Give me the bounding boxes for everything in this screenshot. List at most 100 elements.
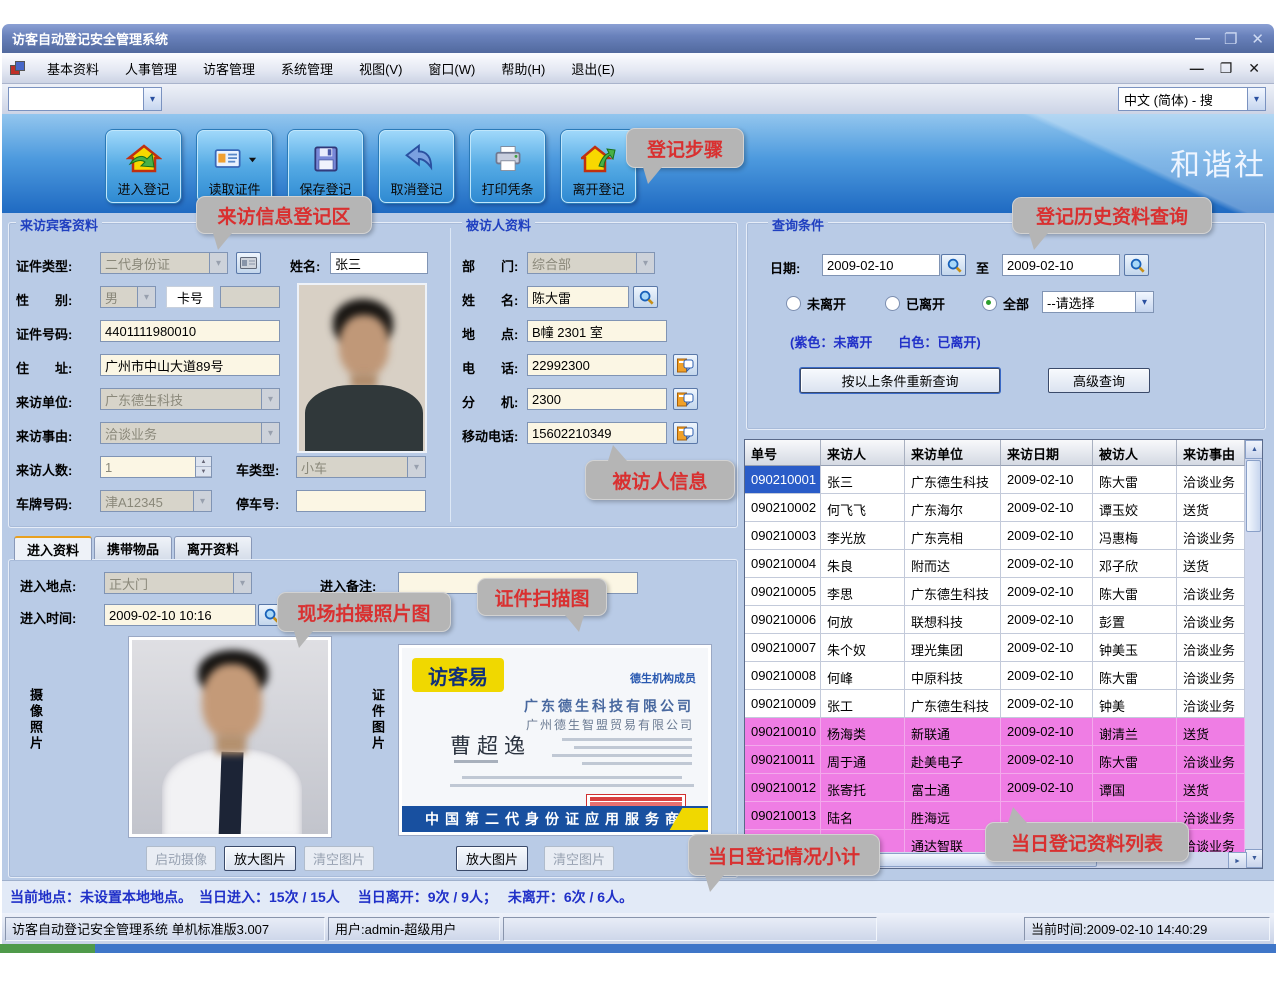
menu-basic-data[interactable]: 基本资料 xyxy=(34,55,112,82)
id-type-select[interactable]: 二代身份证 ▾ xyxy=(100,252,228,274)
radio-icon[interactable] xyxy=(885,296,900,311)
read-card-button[interactable]: 读取证件 xyxy=(197,130,272,203)
menu-system[interactable]: 系统管理 xyxy=(268,55,346,82)
chevron-down-icon[interactable]: ▾ xyxy=(1247,88,1265,110)
mdi-minimize-icon[interactable]: — xyxy=(1190,60,1204,77)
table-cell[interactable]: 冯惠梅 xyxy=(1093,522,1177,550)
id-number-input[interactable]: 4401111980010 xyxy=(100,320,280,342)
menu-hr[interactable]: 人事管理 xyxy=(112,55,190,82)
close-icon[interactable]: ✕ xyxy=(1251,30,1264,48)
table-cell[interactable]: 何峰 xyxy=(821,662,905,690)
date-to-picker-button[interactable] xyxy=(1124,254,1149,276)
table-cell[interactable]: 090210013 xyxy=(745,802,821,830)
table-cell[interactable]: 2009-02-10 xyxy=(1001,662,1093,690)
column-header[interactable]: 来访事由 xyxy=(1177,440,1245,466)
visited-name-input[interactable]: 陈大雷 xyxy=(527,286,629,308)
table-cell[interactable]: 谭玉姣 xyxy=(1093,494,1177,522)
table-cell[interactable]: 彭置 xyxy=(1093,606,1177,634)
date-to-input[interactable]: 2009-02-10 xyxy=(1002,254,1120,276)
table-cell[interactable]: 2009-02-10 xyxy=(1001,718,1093,746)
clear-idpic-button[interactable]: 清空图片 xyxy=(544,846,614,871)
vehicle-type-select[interactable]: 小车 ▾ xyxy=(296,456,426,478)
table-cell[interactable]: 张寄托 xyxy=(821,774,905,802)
table-row[interactable]: 090210011周于通赴美电子2009-02-10陈大雷洽谈业务 xyxy=(745,746,1245,774)
table-cell[interactable]: 何飞飞 xyxy=(821,494,905,522)
table-cell[interactable]: 洽谈业务 xyxy=(1177,746,1245,774)
column-header[interactable]: 来访日期 xyxy=(1001,440,1093,466)
table-cell[interactable]: 李光放 xyxy=(821,522,905,550)
table-cell[interactable]: 洽谈业务 xyxy=(1177,522,1245,550)
tab-carried-items[interactable]: 携带物品 xyxy=(94,536,172,559)
table-cell[interactable]: 陆名 xyxy=(821,802,905,830)
table-cell[interactable]: 钟美玉 xyxy=(1093,634,1177,662)
dept-select[interactable]: 综合部 ▾ xyxy=(527,252,655,274)
table-cell[interactable]: 洽谈业务 xyxy=(1177,578,1245,606)
table-cell[interactable]: 090210008 xyxy=(745,662,821,690)
table-cell[interactable]: 090210009 xyxy=(745,690,821,718)
call-phone-button[interactable] xyxy=(673,354,698,376)
date-from-picker-button[interactable] xyxy=(941,254,966,276)
table-cell[interactable]: 2009-02-10 xyxy=(1001,774,1093,802)
print-slip-button[interactable]: 打印凭条 xyxy=(470,130,545,203)
vertical-scrollbar[interactable]: ▲ ▼ xyxy=(1245,440,1262,868)
scroll-right-icon[interactable]: ► xyxy=(1228,852,1247,869)
table-row[interactable]: 090210005李思广东德生科技2009-02-10陈大雷洽谈业务 xyxy=(745,578,1245,606)
table-cell[interactable]: 谭国 xyxy=(1093,774,1177,802)
table-cell[interactable]: 邓子欣 xyxy=(1093,550,1177,578)
spin-down-icon[interactable]: ▼ xyxy=(196,467,211,477)
table-cell[interactable]: 张工 xyxy=(821,690,905,718)
radio-selected-icon[interactable] xyxy=(982,296,997,311)
call-ext-button[interactable] xyxy=(673,388,698,410)
table-cell[interactable]: 送货 xyxy=(1177,550,1245,578)
call-mobile-button[interactable] xyxy=(673,422,698,444)
table-cell[interactable]: 090210004 xyxy=(745,550,821,578)
table-cell[interactable]: 送货 xyxy=(1177,718,1245,746)
table-cell[interactable]: 钟美 xyxy=(1093,690,1177,718)
table-cell[interactable]: 广东亮相 xyxy=(905,522,1001,550)
table-cell[interactable]: 中原科技 xyxy=(905,662,1001,690)
mdi-restore-icon[interactable]: ❐ xyxy=(1220,60,1233,77)
table-cell[interactable]: 洽谈业务 xyxy=(1177,690,1245,718)
search-person-button[interactable] xyxy=(633,286,658,308)
table-cell[interactable]: 090210010 xyxy=(745,718,821,746)
table-row[interactable]: 090210010杨海类新联通2009-02-10谢清兰送货 xyxy=(745,718,1245,746)
card-reader-button[interactable] xyxy=(236,252,261,274)
table-cell[interactable]: 广东德生科技 xyxy=(905,466,1001,494)
entry-place-select[interactable]: 正大门 ▾ xyxy=(104,572,252,594)
spin-up-icon[interactable]: ▲ xyxy=(196,457,211,467)
menu-help[interactable]: 帮助(H) xyxy=(488,55,558,82)
chevron-down-icon[interactable]: ▾ xyxy=(143,88,161,110)
visitor-name-input[interactable]: 张三 xyxy=(330,252,428,274)
table-cell[interactable]: 2009-02-10 xyxy=(1001,690,1093,718)
table-cell[interactable]: 2009-02-10 xyxy=(1001,746,1093,774)
table-cell[interactable]: 洽谈业务 xyxy=(1177,662,1245,690)
table-row[interactable]: 090210002何飞飞广东海尔2009-02-10谭玉姣送货 xyxy=(745,494,1245,522)
tab-entry-info[interactable]: 进入资料 xyxy=(14,536,92,560)
table-cell[interactable]: 090210012 xyxy=(745,774,821,802)
table-cell[interactable]: 2009-02-10 xyxy=(1001,466,1093,494)
table-cell[interactable]: 周于通 xyxy=(821,746,905,774)
menu-window[interactable]: 窗口(W) xyxy=(415,55,488,82)
radio-all[interactable]: 全部 xyxy=(982,294,1029,313)
table-row[interactable]: 090210012张寄托富士通2009-02-10谭国送货 xyxy=(745,774,1245,802)
table-cell[interactable]: 赴美电子 xyxy=(905,746,1001,774)
table-cell[interactable]: 朱良 xyxy=(821,550,905,578)
scrollbar-thumb[interactable] xyxy=(1246,460,1261,532)
table-cell[interactable]: 2009-02-10 xyxy=(1001,578,1093,606)
advanced-query-button[interactable]: 高级查询 xyxy=(1048,368,1150,393)
table-cell[interactable]: 广东德生科技 xyxy=(905,690,1001,718)
table-cell[interactable]: 2009-02-10 xyxy=(1001,494,1093,522)
table-cell[interactable]: 杨海类 xyxy=(821,718,905,746)
table-cell[interactable]: 090210011 xyxy=(745,746,821,774)
menu-view[interactable]: 视图(V) xyxy=(346,55,415,82)
address-input[interactable]: 广州市中山大道89号 xyxy=(100,354,280,376)
table-cell[interactable]: 陈大雷 xyxy=(1093,746,1177,774)
table-cell[interactable]: 附而达 xyxy=(905,550,1001,578)
radio-left[interactable]: 已离开 xyxy=(885,294,945,313)
table-cell[interactable]: 090210007 xyxy=(745,634,821,662)
table-cell[interactable]: 联想科技 xyxy=(905,606,1001,634)
phone-input[interactable]: 22992300 xyxy=(527,354,667,376)
enlarge-photo-button[interactable]: 放大图片 xyxy=(224,846,296,871)
column-header[interactable]: 来访人 xyxy=(821,440,905,466)
table-cell[interactable]: 2009-02-10 xyxy=(1001,522,1093,550)
